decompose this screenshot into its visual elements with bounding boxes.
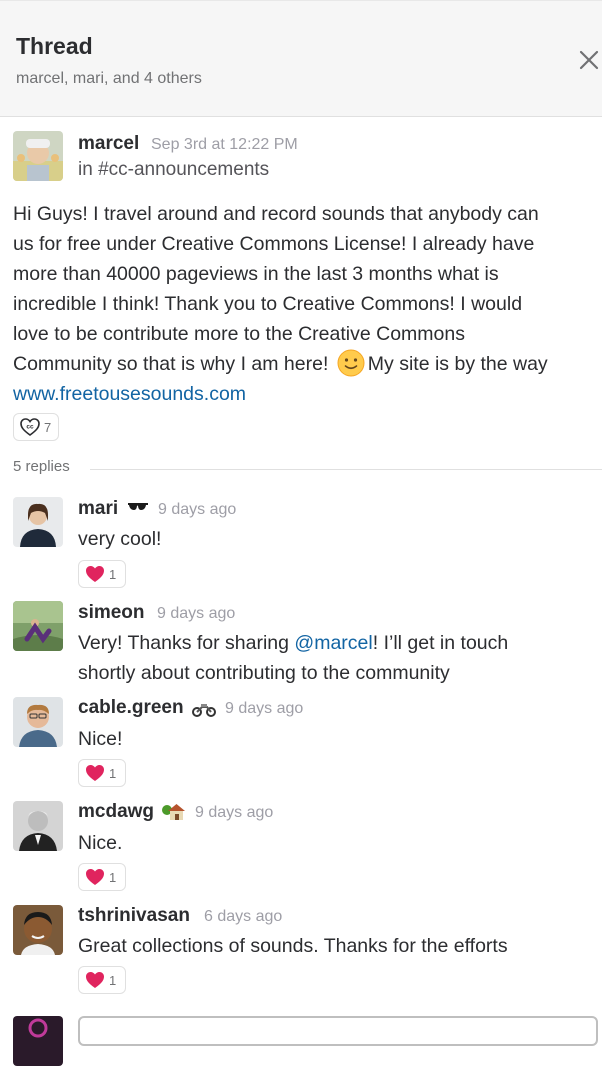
author-tshrinivasan[interactable]: tshrinivasan [78, 905, 190, 927]
reply-timestamp[interactable]: 9 days ago [195, 804, 273, 822]
reply-timestamp[interactable]: 6 days ago [204, 908, 282, 926]
close-icon[interactable] [574, 45, 602, 75]
author-mari[interactable]: mari [78, 498, 118, 520]
reply-timestamp[interactable]: 9 days ago [158, 501, 236, 519]
reply-text-part: ! I’ll get in touch [372, 632, 509, 654]
avatar-image [13, 131, 63, 181]
message-line: more than 40000 pageviews in the last 3 … [13, 263, 499, 285]
avatar-cable-green[interactable] [13, 697, 63, 747]
reaction-heart[interactable]: 1 [78, 863, 126, 891]
avatar-simeon[interactable] [13, 601, 63, 651]
author-marcel[interactable]: marcel [78, 133, 139, 155]
replies-divider [90, 469, 602, 470]
message-line: incredible I think! Thank you to Creativ… [13, 293, 523, 315]
message-line-part: My site is by the way [367, 353, 548, 375]
avatar-mari[interactable] [13, 497, 63, 547]
motorcycle-icon [192, 704, 216, 717]
message-line: love to be contribute more to the Creati… [13, 323, 465, 345]
avatar-marcel[interactable] [13, 131, 63, 181]
reaction-heart[interactable]: 1 [78, 560, 126, 588]
author-cable-green[interactable]: cable.green [78, 697, 184, 719]
reply-text-line2: shortly about contributing to the commun… [78, 662, 450, 684]
svg-text:cc: cc [26, 424, 34, 431]
reply-text-part: Very! Thanks for sharing [78, 632, 289, 654]
red-heart-icon [86, 972, 104, 988]
mention-marcel[interactable]: @marcel [294, 632, 372, 654]
message-line: Community so that is why I am here! My s… [13, 349, 593, 379]
avatar-image [13, 801, 63, 851]
red-heart-icon [86, 869, 104, 885]
reaction-cc-heart[interactable]: cc 7 [13, 413, 59, 441]
thread-header: Thread marcel, mari, and 4 others [0, 0, 602, 117]
slightly-smiling-face-icon [337, 349, 365, 377]
reply-text: Nice. [78, 832, 123, 854]
avatar-tshrinivasan[interactable] [13, 905, 63, 955]
reply-input[interactable] [78, 1016, 598, 1046]
red-heart-icon [86, 566, 104, 582]
author-mcdawg[interactable]: mcdawg [78, 801, 154, 823]
message-line: Hi Guys! I travel around and record soun… [13, 203, 539, 225]
reply-text: very cool! [78, 528, 162, 550]
thread-participants: marcel, mari, and 4 others [16, 70, 202, 87]
parent-timestamp[interactable]: Sep 3rd at 12:22 PM [151, 136, 298, 154]
reply-timestamp[interactable]: 9 days ago [157, 605, 235, 623]
reaction-heart[interactable]: 1 [78, 966, 126, 994]
reaction-count: 1 [109, 869, 117, 885]
reply-text: Very! Thanks for sharing @marcel! I’ll g… [78, 628, 508, 658]
replies-count: 5 replies [13, 458, 70, 475]
avatar-mcdawg[interactable] [13, 801, 63, 851]
sunglasses-icon [128, 503, 148, 510]
reaction-heart[interactable]: 1 [78, 759, 126, 787]
avatar-image [13, 497, 63, 547]
creative-commons-heart-icon: cc [20, 418, 40, 436]
message-line: us for free under Creative Commons Licen… [13, 233, 535, 255]
reply-text: Nice! [78, 728, 123, 750]
website-link[interactable]: www.freetousesounds.com [13, 379, 593, 409]
thread-title: Thread [16, 33, 93, 59]
house-with-garden-icon [162, 804, 185, 820]
reaction-count: 7 [44, 419, 52, 435]
reaction-count: 1 [109, 566, 117, 582]
message-line-part: Community so that is why I am here! [13, 353, 329, 375]
reply-text: Great collections of sounds. Thanks for … [78, 935, 508, 957]
red-heart-icon [86, 765, 104, 781]
channel-link[interactable]: in #cc-announcements [78, 159, 269, 181]
reaction-count: 1 [109, 972, 117, 988]
author-simeon[interactable]: simeon [78, 602, 145, 624]
reply-timestamp[interactable]: 9 days ago [225, 700, 303, 718]
avatar-image [13, 697, 63, 747]
avatar-image [13, 601, 63, 651]
parent-message-body: Hi Guys! I travel around and record soun… [13, 199, 593, 409]
avatar-image [13, 905, 63, 955]
reaction-count: 1 [109, 765, 117, 781]
